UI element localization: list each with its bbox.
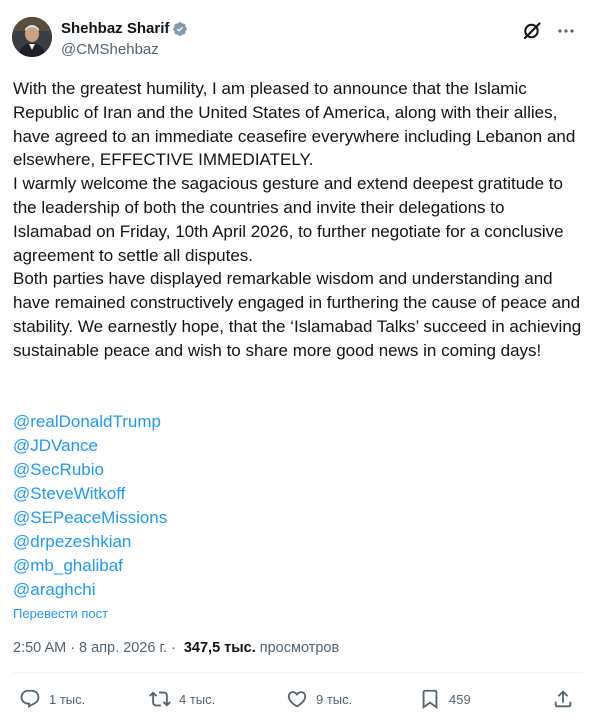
mention-link[interactable]: @JDVance [13, 434, 167, 458]
header-icons [522, 21, 576, 41]
avatar-image [12, 17, 52, 57]
tweet-header: Shehbaz Sharif @CMShehbaz [12, 15, 584, 63]
tweet-paragraph-1: With the greatest humility, I am pleased… [13, 79, 576, 170]
mention-link[interactable]: @SecRubio [13, 458, 167, 482]
tweet-text: With the greatest humility, I am pleased… [13, 77, 583, 363]
action-bar: 1 тыс. 4 тыс. 9 тыс. 459 [13, 688, 583, 714]
author-handle[interactable]: @CMShehbaz [61, 41, 159, 58]
post-date[interactable]: 8 апр. 2026 г. [79, 640, 167, 656]
meta-separator: · [70, 640, 76, 656]
reply-count: 1 тыс. [49, 691, 86, 707]
repost-icon [149, 691, 171, 707]
like-count: 9 тыс. [316, 691, 353, 707]
mention-link[interactable]: @SteveWitkoff [13, 482, 167, 506]
bookmark-icon [422, 689, 438, 710]
translate-post-link[interactable]: Перевести пост [13, 606, 108, 621]
divider [13, 672, 583, 673]
repost-button[interactable]: 4 тыс. [149, 688, 215, 710]
like-icon [287, 691, 307, 708]
avatar[interactable] [12, 17, 52, 57]
bookmark-button[interactable]: 459 [419, 688, 471, 710]
tweet-meta: 2:50 AM · 8 апр. 2026 г. · 347,5 тыс. пр… [13, 640, 339, 656]
mention-link[interactable]: @mb_ghalibaf [13, 554, 167, 578]
grok-icon[interactable] [522, 21, 542, 41]
views-label: просмотров [259, 640, 340, 656]
verified-badge-icon[interactable] [172, 21, 188, 37]
reply-button[interactable]: 1 тыс. [19, 688, 85, 710]
share-button[interactable] [552, 688, 574, 710]
display-name[interactable]: Shehbaz Sharif [61, 20, 169, 37]
bookmark-count: 459 [449, 691, 471, 707]
mentions-list: @realDonaldTrump @JDVance @SecRubio @Ste… [13, 410, 167, 602]
more-icon[interactable] [556, 21, 576, 41]
reply-icon [20, 689, 40, 708]
mention-link[interactable]: @araghchi [13, 578, 167, 602]
meta-separator: · [171, 640, 176, 656]
repost-count: 4 тыс. [179, 691, 216, 707]
views-count: 347,5 тыс. [183, 640, 256, 656]
mention-link[interactable]: @realDonaldTrump [13, 410, 167, 434]
name-row: Shehbaz Sharif [61, 20, 188, 37]
like-button[interactable]: 9 тыс. [286, 688, 352, 710]
mention-link[interactable]: @SEPeaceMissions [13, 506, 167, 530]
post-time[interactable]: 2:50 AM [13, 640, 66, 656]
tweet: Shehbaz Sharif @CMShehbaz With the great… [0, 0, 596, 723]
share-icon [554, 690, 572, 708]
mention-link[interactable]: @drpezeshkian [13, 530, 167, 554]
tweet-paragraph-3: Both parties have displayed remarkable w… [13, 269, 582, 360]
tweet-paragraph-2: I warmly welcome the sagacious gesture a… [13, 174, 564, 265]
